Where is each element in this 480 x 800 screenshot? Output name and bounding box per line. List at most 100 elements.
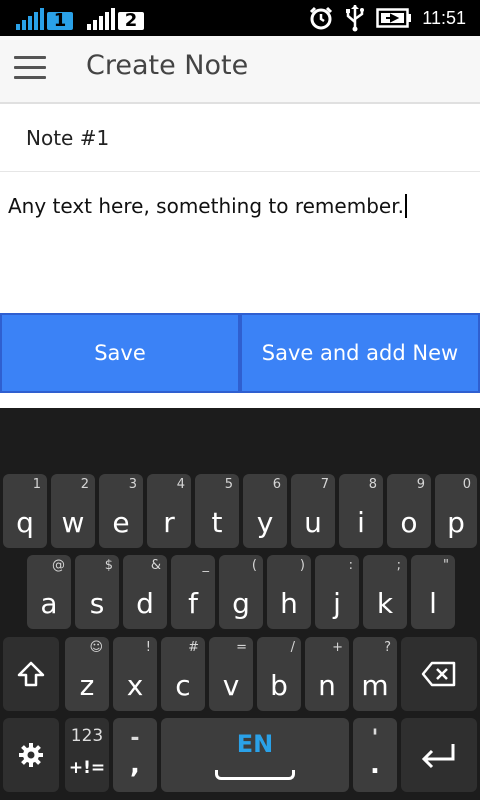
note-body-text-wrapper: Any text here, something to remember.	[8, 194, 407, 218]
status-bar: 1 2 11:51	[0, 0, 480, 36]
key-t[interactable]: 5t	[195, 474, 239, 548]
key-label: t	[211, 506, 223, 539]
key-d[interactable]: & d	[123, 555, 167, 629]
key-label: m	[361, 669, 389, 702]
key-hint: 1	[32, 477, 41, 492]
key-o[interactable]: 9o	[387, 474, 431, 548]
period-key-bottom: .	[370, 750, 380, 780]
key-hint: =	[236, 640, 247, 655]
signal-indicators: 1 2	[16, 6, 144, 30]
key-q[interactable]: 1q	[3, 474, 47, 548]
backspace-icon	[421, 661, 456, 687]
gear-icon	[19, 743, 43, 767]
key-label: a	[40, 587, 58, 620]
enter-icon	[421, 744, 455, 769]
battery-charging-icon	[376, 8, 412, 28]
key-label: r	[163, 506, 175, 539]
key-g[interactable]: (g	[219, 555, 263, 629]
key-label: g	[232, 587, 250, 620]
key-e[interactable]: 3e	[99, 474, 143, 548]
page-title: Create Note	[86, 50, 249, 81]
key-label: i	[357, 506, 365, 539]
key-hint: $	[104, 558, 113, 573]
key-label: w	[61, 506, 85, 539]
note-body-value: Any text here, something to remember.	[8, 194, 404, 218]
key-hint: 3	[128, 477, 137, 492]
settings-key[interactable]	[3, 718, 59, 792]
key-label: q	[16, 506, 34, 539]
period-key[interactable]: ' .	[353, 718, 397, 792]
key-c[interactable]: # c	[161, 637, 205, 711]
comma-key[interactable]: - ,	[113, 718, 157, 792]
key-label: d	[136, 587, 154, 620]
app-bar: Create Note	[0, 36, 480, 104]
save-button[interactable]: Save	[0, 313, 240, 393]
space-bar-icon	[215, 770, 295, 780]
key-i[interactable]: 8i	[339, 474, 383, 548]
key-hint: @	[52, 558, 65, 573]
hamburger-menu-icon[interactable]	[14, 56, 46, 82]
key-label: l	[429, 587, 437, 620]
key-hint: 4	[176, 477, 185, 492]
key-k[interactable]: ; k	[363, 555, 407, 629]
key-label: h	[280, 587, 298, 620]
key-s[interactable]: $ s	[75, 555, 119, 629]
symbols-key-top: 123	[70, 726, 104, 746]
key-n[interactable]: + n	[305, 637, 349, 711]
key-hint: ;	[396, 558, 401, 573]
key-w[interactable]: 2w	[51, 474, 95, 548]
key-label: c	[175, 669, 191, 702]
key-hint: 6	[272, 477, 281, 492]
key-label: e	[112, 506, 130, 539]
key-label: f	[188, 587, 198, 620]
key-hint: 0	[462, 477, 471, 492]
key-y[interactable]: 6y	[243, 474, 287, 548]
space-key[interactable]: EN	[161, 718, 349, 792]
key-x[interactable]: ! x	[113, 637, 157, 711]
comma-key-bottom: ,	[130, 750, 140, 780]
sim2-badge: 2	[118, 12, 144, 30]
key-b[interactable]: / b	[257, 637, 301, 711]
key-label: x	[126, 669, 144, 702]
shift-key[interactable]	[3, 637, 59, 711]
key-z[interactable]: ☺ z	[65, 637, 109, 711]
key-hint: &	[150, 558, 161, 573]
key-hint: 9	[416, 477, 425, 492]
note-title-value: Note #1	[26, 126, 110, 150]
comma-key-top: -	[130, 726, 140, 751]
alarm-icon	[310, 6, 333, 30]
key-h[interactable]: ) h	[267, 555, 311, 629]
key-label: z	[79, 669, 95, 702]
note-title-field[interactable]: Note #1	[0, 104, 480, 172]
key-hint: ☺	[89, 640, 103, 655]
key-label: b	[270, 669, 288, 702]
note-body-field[interactable]: Any text here, something to remember.	[0, 173, 480, 311]
key-hint: )	[299, 558, 305, 573]
key-a[interactable]: @ a	[27, 555, 71, 629]
key-m[interactable]: ? m	[353, 637, 397, 711]
key-hint: 7	[320, 477, 329, 492]
key-label: v	[222, 669, 240, 702]
key-label: j	[333, 587, 341, 620]
backspace-key[interactable]	[401, 637, 477, 711]
key-l[interactable]: " l	[411, 555, 455, 629]
key-p[interactable]: 0p	[435, 474, 477, 548]
enter-key[interactable]	[401, 718, 477, 792]
sim2-signal-icon	[87, 8, 115, 30]
key-v[interactable]: = v	[209, 637, 253, 711]
text-cursor	[404, 194, 407, 218]
key-hint: !	[145, 640, 151, 655]
key-hint: 5	[224, 477, 233, 492]
symbols-key[interactable]: 123 +!=	[65, 718, 109, 792]
sim1-signal-icon	[16, 8, 44, 30]
key-j[interactable]: :j	[315, 555, 359, 629]
key-r[interactable]: 4r	[147, 474, 191, 548]
key-label: p	[447, 506, 465, 539]
key-hint: :	[348, 558, 353, 573]
key-label: n	[318, 669, 336, 702]
key-hint: 2	[80, 477, 89, 492]
key-u[interactable]: 7u	[291, 474, 335, 548]
save-and-add-new-button[interactable]: Save and add New	[240, 313, 480, 393]
key-label: k	[376, 587, 394, 620]
key-f[interactable]: _ f	[171, 555, 215, 629]
